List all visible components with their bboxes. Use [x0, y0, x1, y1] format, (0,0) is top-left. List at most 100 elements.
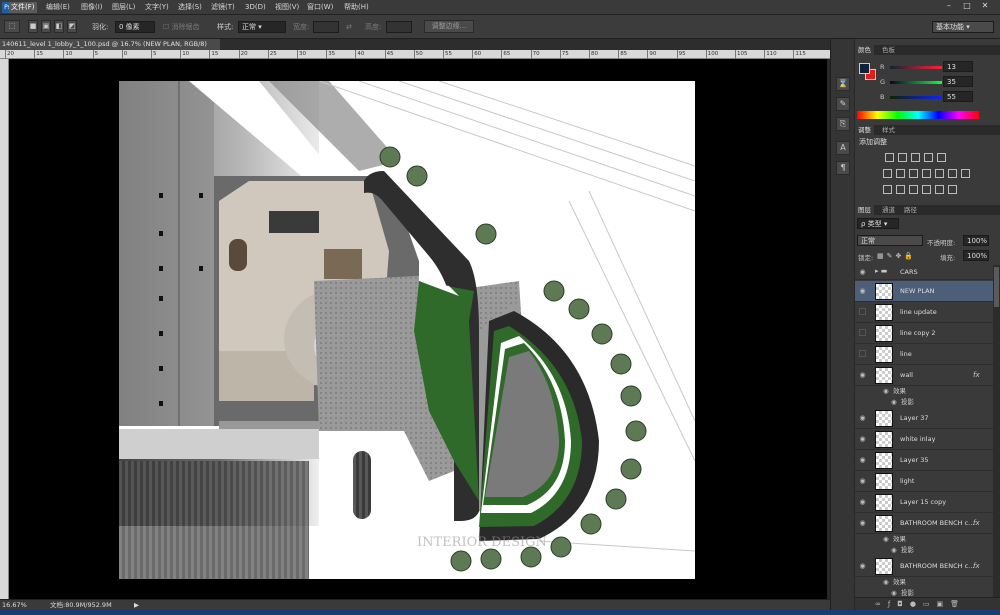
menu-item-2[interactable]: 图像(I) — [79, 2, 105, 13]
tab-adjustments[interactable]: 调整 — [855, 125, 874, 135]
blend-mode-select[interactable]: 正常 — [857, 235, 923, 246]
brush-preset-icon[interactable]: ✎ — [836, 97, 850, 111]
menu-item-4[interactable]: 文字(Y) — [143, 2, 171, 13]
invert-icon[interactable] — [961, 169, 970, 178]
tab-channels[interactable]: 通道 — [879, 205, 898, 215]
height-input[interactable] — [386, 21, 412, 33]
antialias-checkbox[interactable]: ☐ 消除锯齿 — [163, 21, 200, 33]
close-icon[interactable]: ✕ — [976, 0, 994, 12]
tab-color[interactable]: 颜色 — [855, 45, 874, 55]
lock-icons[interactable]: ▦✎✥🔒 — [877, 252, 916, 260]
shadows-icon[interactable] — [935, 185, 944, 194]
layer-row[interactable]: ◉ Layer 15 copy — [855, 492, 993, 513]
menu-item-0[interactable]: 文件(F) — [9, 2, 37, 13]
drop-shadow-row[interactable]: ◉ 投影 — [855, 545, 993, 555]
menu-item-7[interactable]: 3D(D) — [243, 2, 268, 13]
vibrance-icon[interactable] — [937, 153, 946, 162]
eye-icon[interactable]: ◉ — [858, 498, 867, 506]
layer-group-cars[interactable]: ◉ ▸ ▬ CARS — [855, 265, 993, 280]
g-slider[interactable] — [890, 81, 942, 84]
layer-row[interactable]: ◉ white inlay — [855, 429, 993, 450]
eye-icon[interactable]: ◉ — [883, 534, 889, 544]
layer-row[interactable]: ◉ NEW PLAN — [855, 281, 993, 302]
color-spectrum[interactable] — [857, 111, 979, 119]
visibility-toggle[interactable] — [859, 329, 866, 336]
layer-row[interactable]: ◉ wall fx — [855, 365, 993, 386]
layer-row[interactable]: line copy 2 — [855, 323, 993, 344]
layers-footer-icons[interactable]: ∞ƒ◘●▭▣🗑 — [855, 597, 1000, 610]
clone-source-icon[interactable]: ⎘ — [836, 117, 850, 131]
hdr-icon[interactable] — [948, 185, 957, 194]
maximize-icon[interactable]: □ — [958, 0, 976, 12]
fx-icon[interactable]: fx — [973, 556, 980, 577]
swap-icon[interactable]: ⇄ — [346, 21, 352, 33]
drop-shadow-row[interactable]: ◉ 投影 — [855, 397, 993, 407]
bw-icon[interactable] — [909, 169, 918, 178]
tab-layers[interactable]: 图层 — [855, 205, 874, 215]
eye-icon[interactable]: ◉ — [883, 577, 889, 587]
menu-item-8[interactable]: 视图(V) — [273, 2, 301, 13]
visibility-toggle[interactable] — [859, 308, 866, 315]
g-input[interactable]: 35 — [943, 76, 973, 87]
intersect-selection-icon[interactable]: ◩ — [67, 20, 77, 33]
subtract-selection-icon[interactable]: ◧ — [54, 20, 64, 33]
layer-row[interactable]: ◉ BATHROOM BENCH c... fx — [855, 556, 993, 577]
workspace-select[interactable]: 基本功能 ▾ — [932, 21, 994, 33]
document-canvas[interactable]: INTERIOR DESIGN — [119, 81, 695, 579]
feather-input[interactable]: 0 像素 — [115, 21, 155, 33]
posterize-icon[interactable] — [883, 185, 892, 194]
curves-icon[interactable] — [911, 153, 920, 162]
layer-row[interactable]: ◉ Layer 35 — [855, 450, 993, 471]
eye-icon[interactable]: ◉ — [858, 268, 867, 276]
marquee-tool-icon[interactable]: ⬚ — [4, 20, 20, 33]
effects-row[interactable]: ◉ 效果 — [855, 534, 993, 544]
fill-input[interactable]: 100% — [963, 250, 989, 261]
eye-icon[interactable]: ◉ — [858, 287, 867, 295]
lookup-icon[interactable] — [948, 169, 957, 178]
eye-icon[interactable]: ◉ — [858, 456, 867, 464]
canvas-area[interactable]: INTERIOR DESIGN — [9, 59, 827, 599]
color-balance-icon[interactable] — [896, 169, 905, 178]
new-selection-icon[interactable]: ■ — [28, 20, 38, 33]
photo-filter-icon[interactable] — [922, 169, 931, 178]
r-slider[interactable] — [890, 66, 942, 69]
eye-icon[interactable]: ◉ — [891, 545, 897, 555]
eye-icon[interactable]: ◉ — [858, 435, 867, 443]
layer-filter-select[interactable]: ρ 类型 ▾ — [857, 218, 899, 229]
channel-mixer-icon[interactable] — [935, 169, 944, 178]
exposure-icon[interactable] — [924, 153, 933, 162]
foreground-color[interactable] — [859, 63, 870, 74]
style-select[interactable]: 正常 ▾ — [238, 21, 286, 33]
r-input[interactable]: 13 — [943, 61, 973, 72]
menu-item-10[interactable]: 帮助(H) — [342, 2, 371, 13]
tab-swatches[interactable]: 色板 — [879, 45, 898, 55]
minimize-icon[interactable]: – — [940, 0, 958, 12]
menu-item-1[interactable]: 编辑(E) — [44, 2, 72, 13]
eye-icon[interactable]: ◉ — [858, 477, 867, 485]
eye-icon[interactable]: ◉ — [858, 519, 867, 527]
menu-item-6[interactable]: 滤镜(T) — [209, 2, 237, 13]
b-input[interactable]: 55 — [943, 91, 973, 102]
menu-item-5[interactable]: 选择(S) — [176, 2, 204, 13]
selective-color-icon[interactable] — [922, 185, 931, 194]
layer-row[interactable]: ◉ Layer 37 — [855, 408, 993, 429]
eye-icon[interactable]: ◉ — [883, 386, 889, 396]
drop-shadow-row[interactable]: ◉ 投影 — [855, 588, 993, 597]
brightness-icon[interactable] — [885, 153, 894, 162]
eye-icon[interactable]: ◉ — [858, 562, 867, 570]
opacity-input[interactable]: 100% — [963, 235, 989, 246]
layer-row[interactable]: ◉ light — [855, 471, 993, 492]
menu-item-3[interactable]: 图层(L) — [110, 2, 137, 13]
threshold-icon[interactable] — [896, 185, 905, 194]
tab-paths[interactable]: 路径 — [901, 205, 920, 215]
layer-row[interactable]: line update — [855, 302, 993, 323]
layer-row[interactable]: ◉ BATHROOM BENCH c... fx — [855, 513, 993, 534]
fx-icon[interactable]: fx — [973, 365, 980, 386]
tab-styles[interactable]: 样式 — [879, 125, 898, 135]
effects-row[interactable]: ◉ 效果 — [855, 386, 993, 396]
document-tab[interactable]: 140611_level 1_lobby_1_100.psd @ 16.7% (… — [0, 39, 220, 50]
fx-icon[interactable]: fx — [973, 513, 980, 534]
hue-icon[interactable] — [883, 169, 892, 178]
layer-row[interactable]: line — [855, 344, 993, 365]
width-input[interactable] — [313, 21, 339, 33]
